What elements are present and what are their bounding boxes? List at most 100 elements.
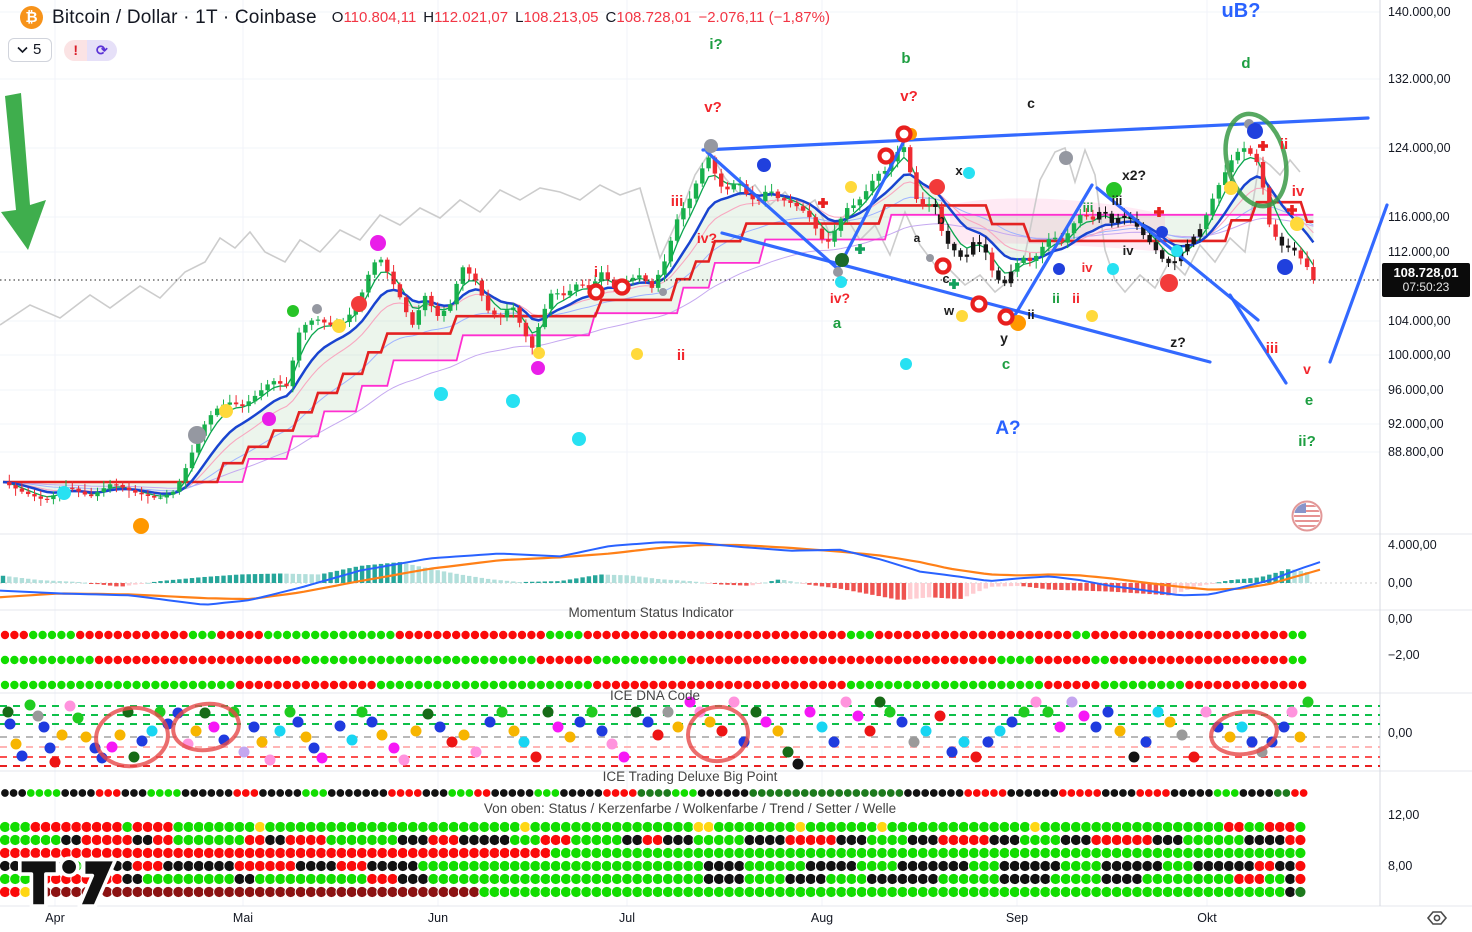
wave-label-iv: iv	[1082, 260, 1094, 275]
time-axis-month-jul[interactable]: Jul	[619, 911, 635, 925]
price-axis-label[interactable]: 100.000,00	[1388, 348, 1451, 362]
price-axis-label[interactable]: 112.000,00	[1388, 245, 1450, 259]
wave-label-c: c	[1002, 356, 1010, 373]
price-axis-label[interactable]: 104.000,00	[1388, 314, 1451, 328]
wave-label-b: b	[937, 212, 945, 227]
candles	[0, 140, 1380, 506]
wave-label-e: e	[1305, 392, 1313, 409]
wave-label-v?: v?	[704, 99, 722, 116]
wave-label-ii: ii	[1280, 136, 1288, 153]
flag-icon	[1293, 502, 1322, 531]
wave-label-d: d	[1241, 55, 1250, 72]
time-axis-month-mai[interactable]: Mai	[233, 911, 253, 925]
pane-title-bigpoint: ICE Trading Deluxe Big Point	[603, 769, 778, 784]
time-axis-month-sep[interactable]: Sep	[1006, 911, 1028, 925]
high-label: H	[423, 9, 434, 26]
trendline	[1330, 205, 1387, 362]
price-axis-label[interactable]: 96.000,00	[1388, 383, 1444, 397]
high-value: 112.021,07	[434, 9, 508, 26]
wave-label-iii: iii	[671, 193, 684, 210]
tradingview-chart-window: i?v?bv?cduB?iiiiv?iiiiv?axbacwiiyz?x2?ii…	[0, 0, 1472, 932]
wave-label-ii: ii	[677, 347, 685, 364]
price-axis-label[interactable]: 0,00	[1388, 726, 1412, 740]
alert-icon: !	[64, 40, 87, 61]
wave-label-y: y	[1000, 330, 1008, 346]
wave-label-ii: ii	[1052, 290, 1060, 306]
pane-title-dna: ICE DNA Code	[610, 688, 700, 703]
pane-title-momentum: Momentum Status Indicator	[568, 605, 733, 620]
refresh-icon: ⟳	[87, 40, 117, 61]
wave-label-iv?: iv?	[697, 230, 717, 246]
wave-label-v: v	[1303, 361, 1311, 377]
wave-label-a: a	[914, 231, 921, 245]
change-value: −2.076,11 (−1,87%)	[698, 9, 829, 26]
time-axis-month-aug[interactable]: Aug	[811, 911, 833, 925]
price-axis-label[interactable]: 92.000,00	[1388, 417, 1444, 431]
wave-label-uB?: uB?	[1222, 0, 1261, 22]
macd-pane	[0, 542, 1380, 604]
wave-label-i?: i?	[709, 36, 722, 53]
macd-line	[0, 542, 1320, 604]
trendline	[1230, 295, 1286, 383]
wave-label-ii: ii	[1027, 307, 1034, 322]
wave-label-z?: z?	[1170, 334, 1186, 350]
price-axis-label[interactable]: 116.000,00	[1388, 210, 1450, 224]
price-axis-label[interactable]: 124.000,00	[1388, 141, 1451, 155]
price-axis-label[interactable]: 0,00	[1388, 612, 1412, 626]
time-axis-month-jun[interactable]: Jun	[428, 911, 448, 925]
wave-label-iv?: iv?	[830, 290, 850, 306]
open-label: O	[332, 9, 344, 26]
close-value: 108.728,01	[616, 9, 691, 26]
current-price-value: 108.728,01	[1382, 265, 1470, 280]
wave-label-b: b	[901, 50, 910, 67]
momentum-dots-pane	[0, 630, 1307, 689]
wave-label-A?: A?	[995, 418, 1020, 439]
wave-label-ii: ii	[1072, 290, 1080, 306]
wave-label-a: a	[833, 315, 842, 332]
symbol-title[interactable]: Bitcoin / Dollar · 1T · Coinbase	[52, 7, 317, 29]
wave-label-iii: iii	[1266, 340, 1279, 357]
price-axis-label[interactable]: 88.800,00	[1388, 445, 1444, 459]
wave-label-ii?: ii?	[1298, 433, 1316, 450]
bar-countdown: 07:50:23	[1382, 280, 1470, 294]
current-price-label[interactable]: 108.728,01 07:50:23	[1382, 263, 1470, 297]
price-axis-label[interactable]: −2,00	[1388, 648, 1420, 662]
price-axis-label[interactable]: 140.000,00	[1388, 5, 1451, 19]
indicators-count: 5	[33, 41, 41, 58]
bigpoint-caption: Von oben: Status / Kerzenfarbe / Wolkenf…	[484, 801, 896, 816]
bitcoin-logo-icon: ₿	[20, 6, 43, 29]
chart-toolbar: 5 ! ⟳	[8, 38, 117, 62]
wave-label-iii: iii	[1112, 193, 1123, 208]
close-label: C	[606, 9, 617, 26]
wave-label-iv: iv	[1123, 243, 1135, 258]
wave-label-x: x	[955, 163, 963, 178]
symbol-header: ₿ Bitcoin / Dollar · 1T · Coinbase O110.…	[20, 6, 830, 29]
wave-label-iii: iii	[1083, 200, 1094, 215]
wave-label-c: c	[942, 271, 949, 286]
wave-label-v?: v?	[900, 88, 918, 105]
open-value: 110.804,11	[343, 9, 416, 26]
wave-label-iv: iv	[1292, 183, 1305, 200]
indicators-collapse-button[interactable]: 5	[8, 38, 52, 62]
dna-pane	[0, 697, 1380, 771]
low-value: 108.213,05	[523, 9, 598, 26]
indicator-status-pill[interactable]: ! ⟳	[64, 40, 116, 61]
macd-signal-line	[0, 545, 1320, 599]
time-axis-month-okt[interactable]: Okt	[1197, 911, 1216, 925]
chart-canvas[interactable]: i?v?bv?cduB?iiiiv?iiiiv?axbacwiiyz?x2?ii…	[0, 0, 1472, 932]
wave-label-c: c	[1027, 95, 1035, 111]
chevron-down-icon	[17, 46, 28, 54]
price-axis-label[interactable]: 0,00	[1388, 576, 1412, 590]
price-axis-label[interactable]: 8,00	[1388, 859, 1412, 873]
axis-settings-icon[interactable]	[1428, 912, 1446, 924]
price-axis-label[interactable]: 132.000,00	[1388, 72, 1451, 86]
wave-label-x2?: x2?	[1122, 167, 1146, 183]
ohlc-readout: O110.804,11 H112.021,07 L108.213,05 C108…	[332, 9, 830, 26]
price-axis-label[interactable]: 4.000,00	[1388, 538, 1437, 552]
wave-label-i: i	[594, 264, 598, 281]
big-down-arrow	[1, 93, 46, 250]
wave-label-w: w	[943, 303, 955, 318]
price-axis-label[interactable]: 12,00	[1388, 808, 1419, 822]
time-axis-month-apr[interactable]: Apr	[45, 911, 64, 925]
hand-drawn-circle[interactable]	[1208, 708, 1279, 759]
